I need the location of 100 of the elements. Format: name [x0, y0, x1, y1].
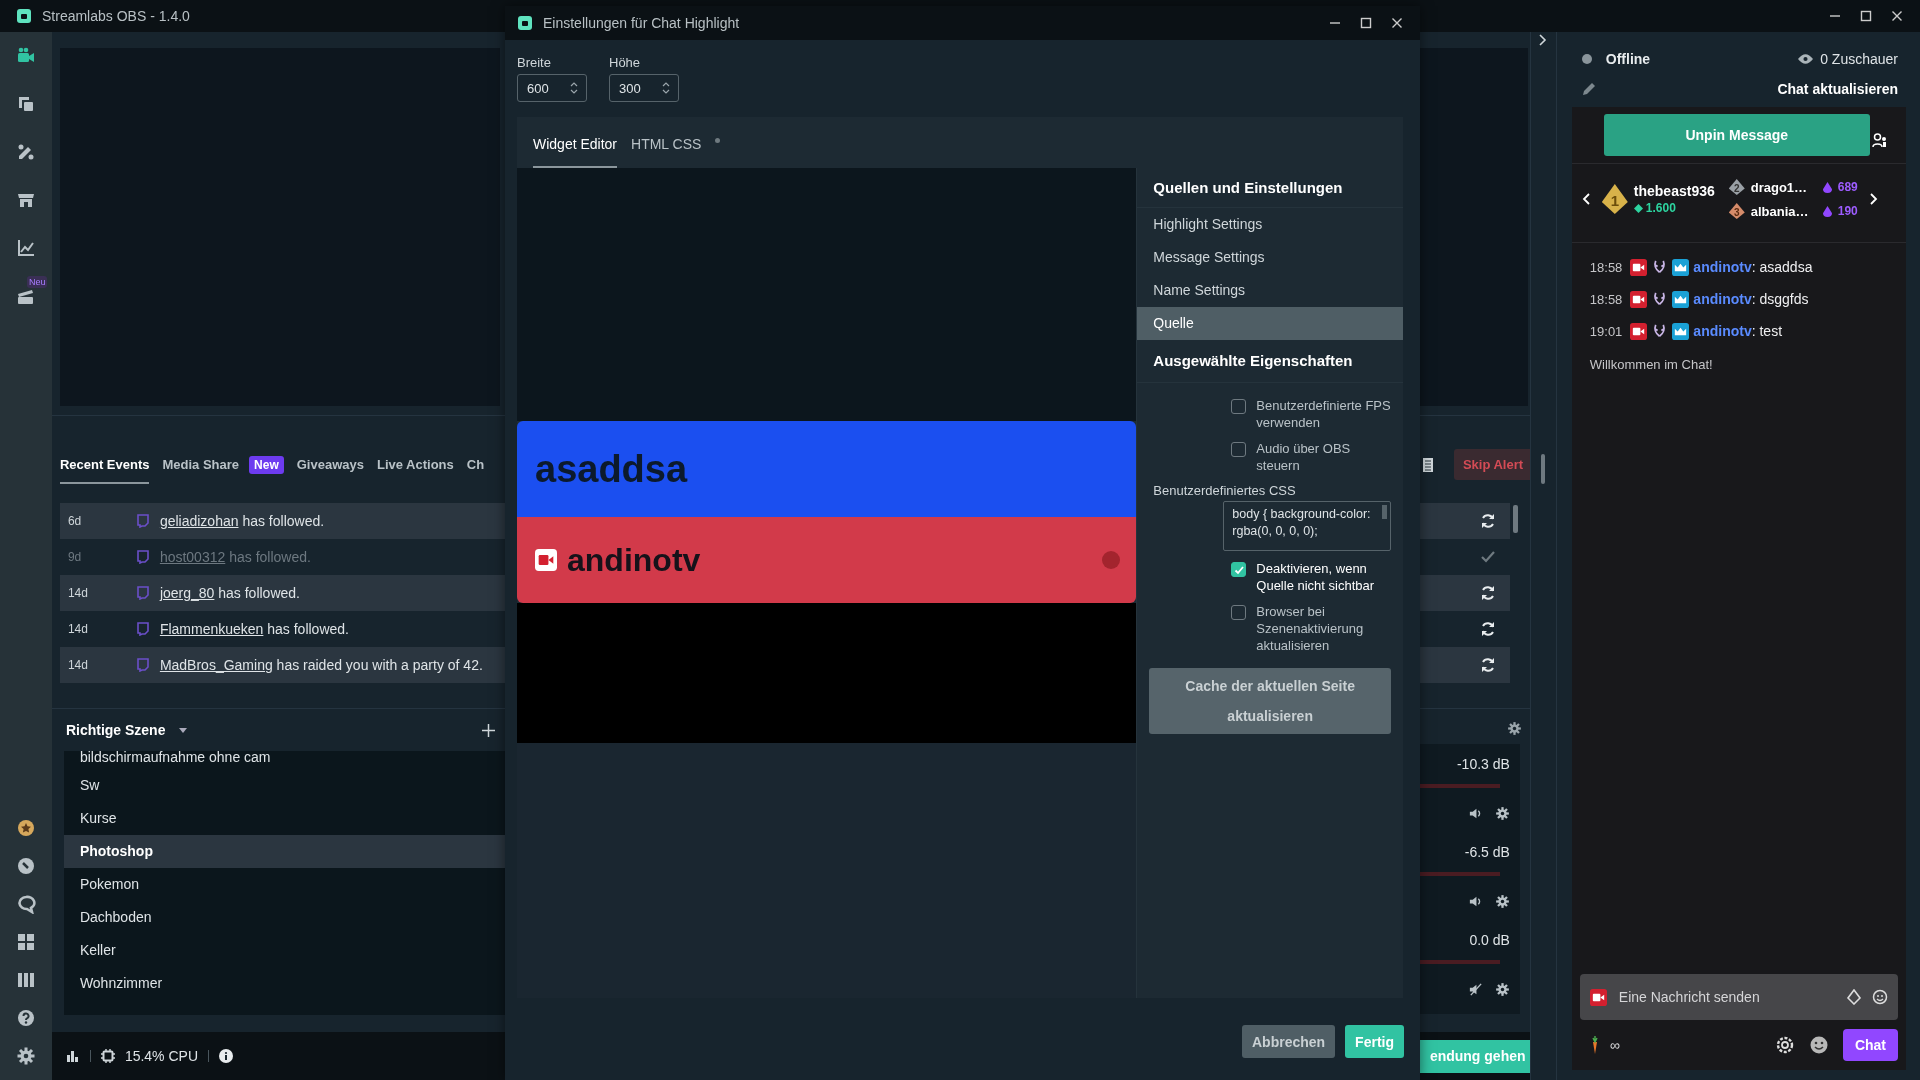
refresh-icon[interactable] [1479, 513, 1496, 529]
smiley-icon[interactable] [1808, 1035, 1829, 1055]
people-icon[interactable] [1871, 132, 1888, 148]
video-camera-icon [1630, 322, 1648, 340]
bar-chart-icon[interactable] [65, 1049, 80, 1063]
refresh-icon[interactable] [1479, 621, 1496, 637]
smiley-icon[interactable] [1872, 989, 1888, 1005]
dock-tab[interactable]: Giveaways [296, 445, 364, 484]
checkbox[interactable] [1231, 442, 1247, 457]
css-field[interactable]: body { background-color: rgba(0, 0, 0, 0); [1223, 501, 1391, 551]
message-field[interactable]: Eine Nachricht senden [1616, 988, 1836, 1006]
scene-collection-title[interactable]: Richtige Szene [65, 722, 166, 738]
check-icon[interactable] [1479, 549, 1496, 565]
help-icon[interactable] [15, 1008, 36, 1028]
scene-item[interactable]: bildschirmaufnahme ohne cam [63, 751, 505, 769]
close-icon[interactable] [1391, 17, 1403, 29]
dock-tab[interactable]: Live Actions [376, 445, 454, 484]
refresh-icon[interactable] [1479, 657, 1496, 673]
close-icon[interactable] [1891, 10, 1903, 22]
settings-icon[interactable] [15, 1046, 36, 1066]
scene-item[interactable]: Photoshop [63, 835, 505, 868]
scene-item[interactable]: Wohnzimmer [63, 967, 505, 1000]
checkbox[interactable] [1231, 399, 1247, 414]
settings-icon[interactable] [1494, 894, 1510, 909]
crown-icon [1672, 290, 1690, 308]
cpu-usage: 15.4% CPU [124, 1048, 199, 1064]
field-label: Benutzerdefiniertes CSS [1153, 483, 1297, 498]
settings-icon[interactable] [1494, 982, 1510, 997]
video-camera-icon [1630, 290, 1648, 308]
leader-name: drago1… [1750, 179, 1809, 195]
list-icon[interactable] [1421, 456, 1434, 473]
leader-points: 190 [1837, 204, 1858, 218]
columns-icon[interactable] [15, 970, 36, 990]
maximize-icon[interactable] [1860, 10, 1872, 22]
maximize-icon[interactable] [1360, 17, 1372, 29]
number-field[interactable]: 600 [517, 74, 587, 102]
chevron-left-icon[interactable] [1581, 193, 1590, 205]
resize-handle[interactable] [1541, 454, 1546, 484]
user-link[interactable]: MadBros_Gaming [159, 657, 273, 673]
add-icon[interactable] [481, 723, 495, 737]
diamond-icon[interactable] [1846, 989, 1862, 1005]
leader-name: albania… [1750, 203, 1809, 219]
window-title: Streamlabs OBS - 1.4.0 [42, 8, 190, 24]
user-link[interactable]: geliadizohan [159, 513, 239, 529]
info-icon[interactable] [219, 1049, 234, 1063]
spinner-icon[interactable] [662, 81, 670, 95]
muted-speaker-icon[interactable] [1467, 982, 1483, 997]
spinner-icon[interactable] [570, 81, 578, 95]
settings-menu-item[interactable]: Name Settings [1137, 274, 1403, 307]
rank-badge: 1 [1601, 184, 1628, 214]
settings-menu-item[interactable]: Highlight Settings [1137, 208, 1403, 241]
scene-item[interactable]: Pokemon [63, 868, 505, 901]
chat-send-button[interactable]: Chat [1842, 1029, 1898, 1061]
scene-item[interactable]: Keller [63, 934, 505, 967]
scene-item[interactable]: Dachboden [63, 901, 505, 934]
pencil-icon[interactable] [1581, 82, 1596, 96]
chat-username[interactable]: andinotv [1693, 291, 1752, 307]
settings-menu-item[interactable]: Message Settings [1137, 241, 1403, 274]
app-logo-icon [517, 15, 533, 31]
dock-tab[interactable]: Recent Events [59, 445, 150, 484]
event-age: 14d [66, 658, 89, 672]
checkbox-label: Browser bei Szenenaktivierung aktualisieren [1256, 603, 1365, 654]
checkbox[interactable] [1231, 562, 1247, 577]
settings-icon[interactable] [1506, 721, 1522, 736]
chevron-right-icon[interactable] [1539, 34, 1548, 46]
scene-item[interactable]: Kurse [63, 802, 505, 835]
user-link[interactable]: joerg_80 [159, 585, 215, 601]
settings-icon[interactable] [1494, 806, 1510, 821]
settings-icon[interactable] [1774, 1035, 1795, 1055]
dock-tab[interactable]: Media Share New [162, 443, 284, 486]
refresh-icon[interactable] [1479, 585, 1496, 601]
message-bar[interactable]: Eine Nachricht senden [1579, 974, 1898, 1020]
chart-icon[interactable] [15, 238, 36, 258]
video-camera-icon [1589, 988, 1607, 1006]
number-field[interactable]: 300 [609, 74, 679, 102]
caret-icon[interactable] [179, 727, 188, 733]
settings-menu-item[interactable]: Quelle [1137, 307, 1403, 340]
circle-icon [1102, 551, 1121, 569]
eye-icon [1798, 54, 1814, 64]
scene-item[interactable]: Sw [63, 769, 505, 802]
checkbox[interactable] [1231, 605, 1247, 620]
refresh-cache-button[interactable]: Cache der aktuellen Seite aktualisieren [1149, 668, 1391, 734]
grid-icon[interactable] [15, 932, 36, 952]
event-text: MadBros_Gaming has raided you with a party of 42. [159, 657, 483, 673]
scroll-bar[interactable] [1512, 505, 1518, 533]
compass-icon[interactable] [15, 856, 36, 876]
star-coin-icon[interactable] [15, 818, 36, 838]
user-link[interactable]: Flammenkueken [159, 621, 264, 637]
checkbox-label: Deaktivieren, wenn Quelle nicht sichtbar [1256, 560, 1376, 594]
editor-tab[interactable]: HTML CSS [631, 136, 702, 168]
user-link[interactable]: host00312 [159, 549, 226, 565]
crown-icon [1672, 258, 1690, 276]
stream-status: Offline [1605, 51, 1651, 67]
speech-bubble-icon [135, 622, 150, 636]
chat-username[interactable]: andinotv [1693, 259, 1752, 275]
chat-username[interactable]: andinotv [1693, 323, 1752, 339]
chat-bubble-icon[interactable] [15, 894, 36, 914]
cancel-button[interactable]: Abbrechen [1242, 1025, 1336, 1058]
refresh-chat-link[interactable]: Chat aktualisieren [1777, 81, 1898, 97]
dock-tab[interactable]: Ch [466, 445, 485, 484]
